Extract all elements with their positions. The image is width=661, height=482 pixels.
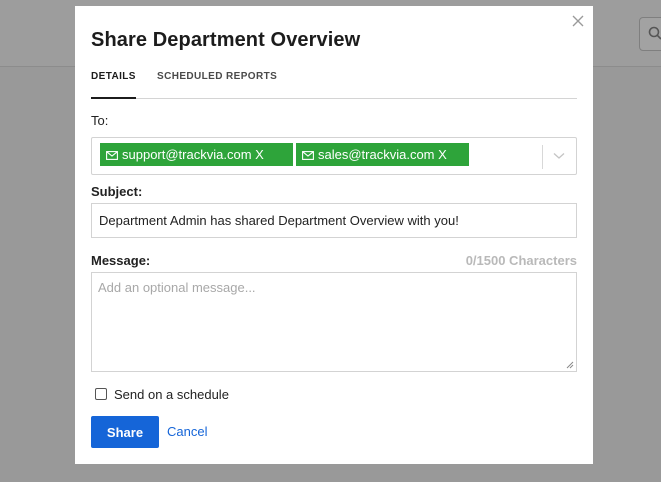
close-icon[interactable] xyxy=(571,14,585,28)
share-button[interactable]: Share xyxy=(91,416,159,448)
recipient-chip-label: support@trackvia.com X xyxy=(122,147,264,162)
tab-details[interactable]: DETAILS xyxy=(91,71,136,99)
message-textarea[interactable] xyxy=(91,272,577,372)
to-label: To: xyxy=(91,113,109,128)
mail-icon xyxy=(106,151,118,160)
chevron-down-icon[interactable] xyxy=(553,152,565,160)
recipient-chip[interactable]: sales@trackvia.com X xyxy=(296,143,469,166)
recipient-chip-label: sales@trackvia.com X xyxy=(318,147,447,162)
recipients-field[interactable]: support@trackvia.com X sales@trackvia.co… xyxy=(91,137,577,175)
dropdown-divider xyxy=(542,145,543,169)
schedule-checkbox[interactable] xyxy=(95,388,107,400)
tab-scheduled-reports[interactable]: SCHEDULED REPORTS xyxy=(157,71,277,97)
character-counter: 0/1500 Characters xyxy=(465,253,577,268)
resize-handle-icon[interactable] xyxy=(566,361,574,369)
subject-input[interactable] xyxy=(91,203,577,238)
background-search-button xyxy=(639,17,661,51)
schedule-label: Send on a schedule xyxy=(114,387,229,402)
mail-icon xyxy=(302,151,314,160)
search-icon xyxy=(648,26,661,40)
message-label: Message: xyxy=(91,253,151,268)
dialog-tabs: DETAILS SCHEDULED REPORTS xyxy=(91,70,577,99)
dialog-title: Share Department Overview xyxy=(91,29,361,51)
recipient-chip[interactable]: support@trackvia.com X xyxy=(100,143,293,166)
cancel-link[interactable]: Cancel xyxy=(167,424,207,439)
subject-label: Subject: xyxy=(91,184,143,199)
share-dialog: Share Department Overview DETAILS SCHEDU… xyxy=(75,6,593,464)
